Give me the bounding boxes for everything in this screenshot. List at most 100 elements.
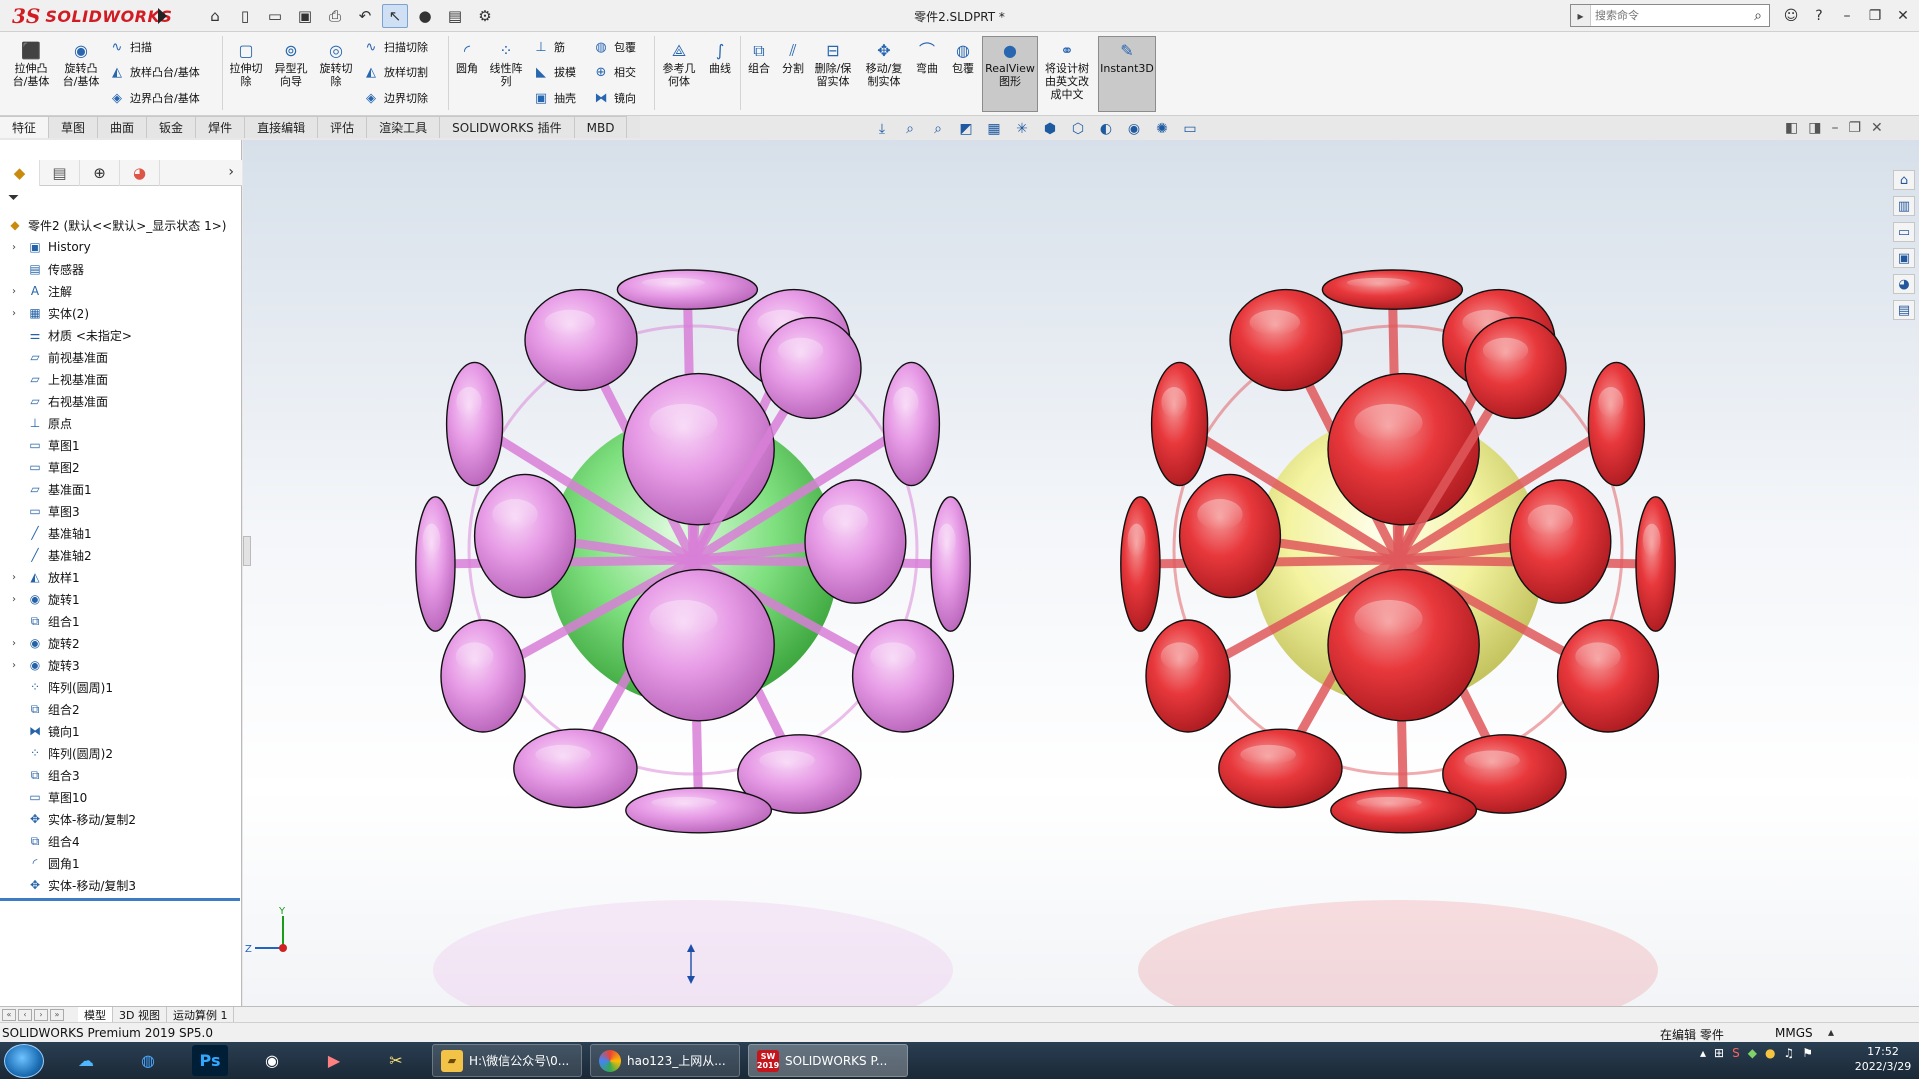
print-icon[interactable]: ⎙ bbox=[322, 4, 348, 28]
right-petal[interactable] bbox=[1635, 496, 1676, 632]
move-copy-body-button[interactable]: ✥ 移动/复制实体 bbox=[862, 40, 906, 88]
split-button[interactable]: ⫽ 分割 bbox=[778, 40, 808, 75]
left-ball-body[interactable] bbox=[415, 269, 971, 834]
tree-node[interactable]: ▱ 基准面1 bbox=[0, 478, 240, 500]
tab-model[interactable]: 模型 bbox=[78, 1006, 113, 1023]
solidworks-resources-icon[interactable]: ⌂ bbox=[1893, 170, 1915, 190]
tree-node[interactable]: ⁘ 阵列(圆周)1 bbox=[0, 676, 240, 698]
left-petal[interactable] bbox=[524, 288, 638, 392]
right-petal[interactable] bbox=[1556, 619, 1660, 733]
delete-keep-body-button[interactable]: ⊟ 删除/保留实体 bbox=[812, 40, 854, 88]
expand-arrow-icon[interactable]: › bbox=[8, 242, 20, 253]
view-triad[interactable]: Y Z bbox=[245, 906, 287, 955]
left-petal[interactable] bbox=[622, 372, 775, 526]
tray-flag-icon[interactable]: ⚑ bbox=[1802, 1046, 1813, 1060]
view-settings-icon[interactable]: ✺ bbox=[1150, 119, 1174, 139]
help-icon[interactable]: ? bbox=[1808, 5, 1830, 27]
left-petal[interactable] bbox=[882, 361, 941, 487]
tab-solidworks-addins[interactable]: SOLIDWORKS 插件 bbox=[440, 116, 575, 138]
tab-features[interactable]: 特征 bbox=[0, 116, 50, 138]
tab-sheet-metal[interactable]: 钣金 bbox=[147, 116, 197, 138]
expand-arrow-icon[interactable]: › bbox=[8, 286, 20, 297]
view-palette-icon[interactable]: ▣ bbox=[1893, 248, 1915, 268]
loft-cut-button[interactable]: ◭ 放样切割 bbox=[362, 62, 428, 82]
tab-weldments[interactable]: 焊件 bbox=[196, 116, 246, 138]
tree-node[interactable]: ⧉ 组合4 bbox=[0, 830, 240, 852]
tree-node[interactable]: ⊥ 原点 bbox=[0, 412, 240, 434]
draft-button[interactable]: ◣ 拔模 bbox=[532, 62, 576, 82]
search-input[interactable] bbox=[1591, 5, 1747, 26]
tree-node[interactable]: ⧉ 组合1 bbox=[0, 610, 240, 632]
prev-tab-icon[interactable]: ‹ bbox=[18, 1008, 32, 1021]
combine-button[interactable]: ⧉ 组合 bbox=[744, 40, 774, 75]
apply-scene-icon[interactable]: ◉ bbox=[1122, 119, 1146, 139]
expand-arrow-icon[interactable]: › bbox=[8, 572, 20, 583]
boundary-cut-button[interactable]: ◈ 边界切除 bbox=[362, 88, 428, 108]
start-button-icon[interactable] bbox=[4, 1044, 44, 1078]
tab-motion-study[interactable]: 运动算例 1 bbox=[167, 1006, 235, 1023]
units-arrow-icon[interactable]: ▴ bbox=[1828, 1025, 1834, 1039]
tree-node[interactable]: ▭ 草图3 bbox=[0, 500, 240, 522]
tab-render-tools[interactable]: 渲染工具 bbox=[367, 116, 441, 138]
intersect-button[interactable]: ⊕ 相交 bbox=[592, 62, 636, 82]
zoom-area-icon[interactable]: ⌕ bbox=[898, 119, 922, 139]
tree-node[interactable]: ╱ 基准轴1 bbox=[0, 522, 240, 544]
boundary-boss-button[interactable]: ◈ 边界凸台/基体 bbox=[108, 88, 200, 108]
expand-arrow-icon[interactable]: › bbox=[8, 594, 20, 605]
photoshop-icon[interactable]: Ps bbox=[192, 1045, 228, 1076]
home-icon[interactable]: ⌂ bbox=[202, 4, 228, 28]
tree-node[interactable]: › ◉ 旋转2 bbox=[0, 632, 240, 654]
media-player-icon[interactable]: ▶ bbox=[316, 1045, 352, 1076]
right-petal[interactable] bbox=[1218, 728, 1343, 809]
realview-button[interactable]: ● RealView图形 bbox=[984, 40, 1036, 88]
tab-surfaces[interactable]: 曲面 bbox=[98, 116, 148, 138]
close-icon[interactable]: ✕ bbox=[1892, 5, 1914, 27]
reference-geometry-button[interactable]: ⟁ 参考几何体 bbox=[658, 40, 700, 88]
edit-appearance-icon[interactable]: ◐ bbox=[1094, 119, 1118, 139]
rollback-bar[interactable] bbox=[0, 898, 240, 901]
hole-wizard-button[interactable]: ⊚ 异型孔向导 bbox=[270, 40, 312, 88]
undo-icon[interactable]: ↶ bbox=[352, 4, 378, 28]
tree-node[interactable]: ⚌ 材质 <未指定> bbox=[0, 324, 240, 346]
revolve-boss-button[interactable]: ◉ 旋转凸台/基体 bbox=[58, 40, 104, 88]
rib-button[interactable]: ⊥ 筋 bbox=[532, 37, 565, 57]
tree-node[interactable]: › ◭ 放样1 bbox=[0, 566, 240, 588]
tray-chat-icon[interactable]: ● bbox=[1765, 1046, 1775, 1060]
model-viewport[interactable]: Y Z bbox=[243, 140, 1919, 1006]
right-petal[interactable] bbox=[1509, 479, 1612, 604]
expand-arrow-icon[interactable]: › bbox=[8, 308, 20, 319]
design-library-icon[interactable]: ▥ bbox=[1893, 196, 1915, 216]
unit-system-selector[interactable]: MMGS bbox=[1775, 1026, 1813, 1040]
task-browser[interactable]: hao123_上网从... bbox=[590, 1044, 740, 1077]
panel-expand-arrow-icon[interactable]: › bbox=[228, 164, 234, 180]
left-petal[interactable] bbox=[473, 473, 577, 599]
right-petal[interactable] bbox=[1150, 361, 1209, 487]
extrude-boss-button[interactable]: ⬛ 拉伸凸台/基体 bbox=[8, 40, 54, 88]
tray-volume-icon[interactable]: ♫ bbox=[1783, 1046, 1794, 1060]
doc-minimize-icon[interactable]: – bbox=[1831, 120, 1838, 136]
restore-icon[interactable]: ❐ bbox=[1864, 5, 1886, 27]
tab-evaluate[interactable]: 评估 bbox=[318, 116, 368, 138]
doc-close-icon[interactable]: ✕ bbox=[1871, 120, 1883, 136]
tree-node[interactable]: ▤ 传感器 bbox=[0, 258, 240, 280]
save-icon[interactable]: ▣ bbox=[292, 4, 318, 28]
obs-icon[interactable]: ◉ bbox=[254, 1045, 290, 1076]
command-icon[interactable]: ▸ bbox=[1571, 5, 1591, 26]
tree-node[interactable]: ▭ 草图10 bbox=[0, 786, 240, 808]
left-petal[interactable] bbox=[622, 568, 775, 722]
display-style-icon[interactable]: ⬢ bbox=[1038, 119, 1062, 139]
feature-manager-tab-icon[interactable]: ◆ bbox=[0, 160, 40, 186]
previous-view-icon[interactable]: ⌕ bbox=[926, 119, 950, 139]
tree-node[interactable]: ▭ 草图2 bbox=[0, 456, 240, 478]
solidworks-logo[interactable]: 3S SOLIDWORKS bbox=[12, 3, 172, 29]
tab-sketch[interactable]: 草图 bbox=[49, 116, 99, 138]
system-clock[interactable]: 17:52 2022/3/29 bbox=[1850, 1044, 1916, 1074]
traffic-light-icon[interactable]: ● bbox=[412, 4, 438, 28]
left-petal[interactable] bbox=[625, 787, 773, 834]
tree-node[interactable]: › A 注解 bbox=[0, 280, 240, 302]
tree-node[interactable]: ⧉ 组合3 bbox=[0, 764, 240, 786]
tree-filter-icon[interactable]: ⏷ bbox=[8, 190, 19, 206]
appearances-icon[interactable]: ◕ bbox=[1893, 274, 1915, 294]
display-manager-tab-icon[interactable]: ◕ bbox=[120, 160, 160, 186]
sweep-cut-button[interactable]: ∿ 扫描切除 bbox=[362, 37, 428, 57]
